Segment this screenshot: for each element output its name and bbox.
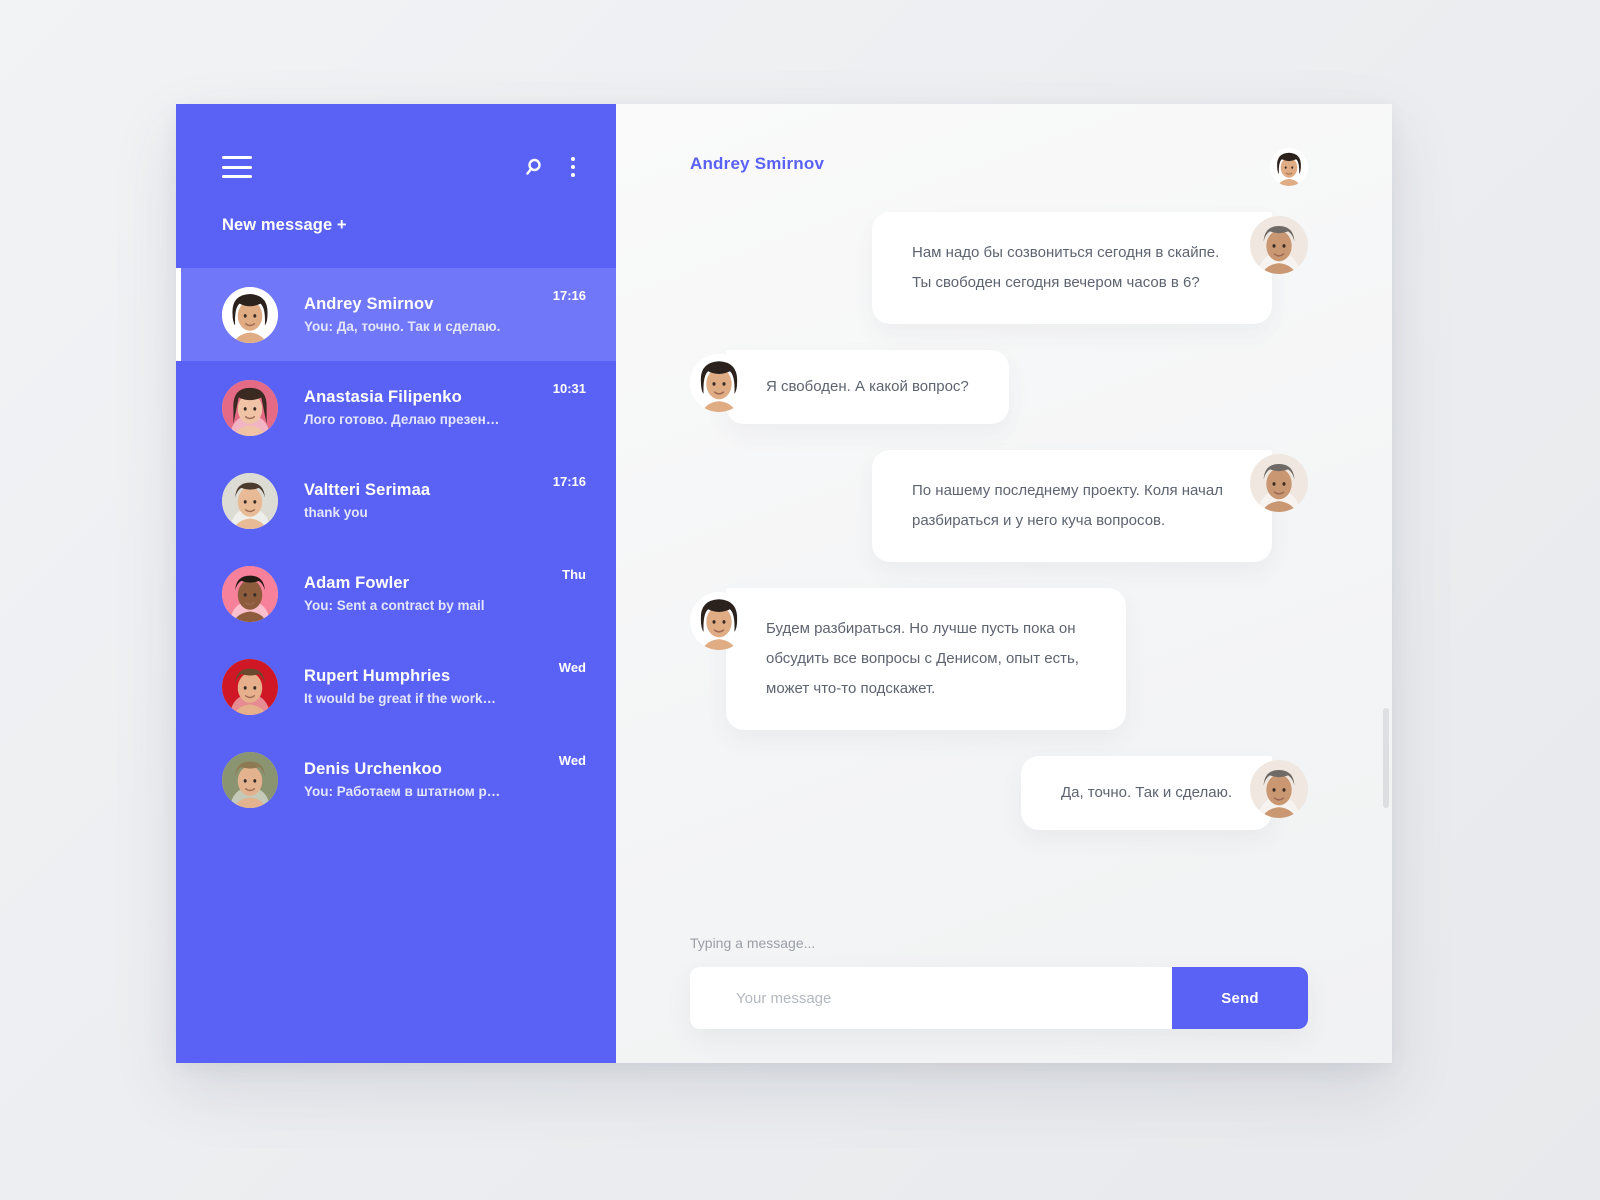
- contact-preview: You: Да, точно. Так и сделаю.: [304, 319, 501, 334]
- message-input[interactable]: [690, 967, 1172, 1029]
- message-bubble: Я свободен. А какой вопрос?: [726, 350, 1009, 424]
- chat-title: Andrey Smirnov: [690, 154, 825, 173]
- message-avatar: [690, 354, 748, 412]
- contact-name: Anastasia Filipenko: [304, 388, 462, 406]
- chat-message: Нам надо бы созвониться сегодня в скайпе…: [690, 212, 1308, 324]
- contact-list-item[interactable]: Anastasia Filipenko Лого готово. Делаю п…: [176, 361, 616, 454]
- contact-list-item[interactable]: Valtteri Serimaa thank you 17:16: [176, 454, 616, 547]
- avatar: [222, 751, 278, 808]
- message-bubble: Нам надо бы созвониться сегодня в скайпе…: [872, 212, 1272, 324]
- contact-text: Denis Urchenkoo You: Работаем в штатном …: [304, 760, 559, 799]
- message-avatar: [1250, 216, 1308, 274]
- contact-preview: Лого готово. Делаю презен…: [304, 412, 500, 427]
- new-message-button[interactable]: New message +: [222, 216, 347, 235]
- message-composer: Send: [690, 967, 1308, 1029]
- avatar: [222, 565, 278, 622]
- typing-status: Typing a message...: [690, 935, 816, 951]
- contact-name: Adam Fowler: [304, 574, 410, 592]
- app-root: New message + Andrey Smirnov You: Да, то…: [0, 0, 1600, 1200]
- contact-list-item[interactable]: Andrey Smirnov You: Да, точно. Так и сде…: [176, 268, 616, 361]
- contact-list-item[interactable]: Rupert Humphries It would be great if th…: [176, 640, 616, 733]
- contact-time: 17:16: [552, 474, 586, 489]
- contact-preview: You: Работаем в штатном р…: [304, 784, 501, 799]
- message-list: Нам надо бы созвониться сегодня в скайпе…: [616, 212, 1392, 903]
- chat-message: Да, точно. Так и сделаю.: [690, 756, 1308, 830]
- contact-preview: You: Sent a contract by mail: [304, 598, 485, 613]
- contact-time: 10:31: [552, 381, 586, 396]
- contact-name: Andrey Smirnov: [304, 295, 434, 313]
- contact-time: Wed: [558, 753, 586, 768]
- message-bubble: По нашему последнему проекту. Коля начал…: [872, 450, 1272, 562]
- contact-time: 17:16: [552, 288, 586, 303]
- contact-text: Andrey Smirnov You: Да, точно. Так и сде…: [304, 295, 553, 334]
- messenger-window: New message + Andrey Smirnov You: Да, то…: [176, 104, 1392, 1063]
- contact-list-item[interactable]: Denis Urchenkoo You: Работаем в штатном …: [176, 733, 616, 826]
- avatar: [222, 472, 278, 529]
- more-vertical-icon[interactable]: [562, 154, 584, 180]
- contact-text: Valtteri Serimaa thank you: [304, 481, 553, 520]
- contact-text: Adam Fowler You: Sent a contract by mail: [304, 574, 562, 613]
- chat-panel: Andrey Smirnov Нам надо бы созвониться с…: [616, 104, 1392, 1063]
- chat-message: Будем разбираться. Но лучше пусть пока о…: [690, 588, 1308, 730]
- message-avatar: [690, 592, 748, 650]
- contact-text: Rupert Humphries It would be great if th…: [304, 667, 559, 706]
- send-button[interactable]: Send: [1172, 967, 1308, 1029]
- chat-header: Andrey Smirnov: [616, 104, 1392, 224]
- contact-name: Rupert Humphries: [304, 667, 451, 685]
- contact-list-item[interactable]: Adam Fowler You: Sent a contract by mail…: [176, 547, 616, 640]
- message-bubble: Да, точно. Так и сделаю.: [1020, 756, 1272, 830]
- message-bubble: Будем разбираться. Но лучше пусть пока о…: [726, 588, 1126, 730]
- contact-preview: thank you: [304, 505, 368, 520]
- contact-time: Thu: [562, 567, 586, 582]
- contact-time: Wed: [558, 660, 586, 675]
- contact-preview: It would be great if the work…: [304, 691, 497, 706]
- sidebar-header: New message +: [176, 104, 616, 268]
- avatar: [222, 658, 278, 715]
- search-icon[interactable]: [524, 156, 548, 180]
- message-avatar: [1250, 454, 1308, 512]
- chat-message: Я свободен. А какой вопрос?: [690, 350, 1308, 424]
- avatar: [222, 379, 278, 436]
- contact-list: Andrey Smirnov You: Да, точно. Так и сде…: [176, 268, 616, 826]
- sidebar: New message + Andrey Smirnov You: Да, то…: [176, 104, 616, 1063]
- message-avatar: [1250, 760, 1308, 818]
- contact-name: Valtteri Serimaa: [304, 481, 431, 499]
- chat-scrollbar[interactable]: [1383, 708, 1389, 808]
- contact-name: Denis Urchenkoo: [304, 760, 442, 778]
- hamburger-menu-icon[interactable]: [222, 156, 252, 178]
- avatar: [222, 286, 278, 343]
- contact-text: Anastasia Filipenko Лого готово. Делаю п…: [304, 388, 553, 427]
- chat-message: По нашему последнему проекту. Коля начал…: [690, 450, 1308, 562]
- header-avatar[interactable]: [1270, 148, 1308, 186]
